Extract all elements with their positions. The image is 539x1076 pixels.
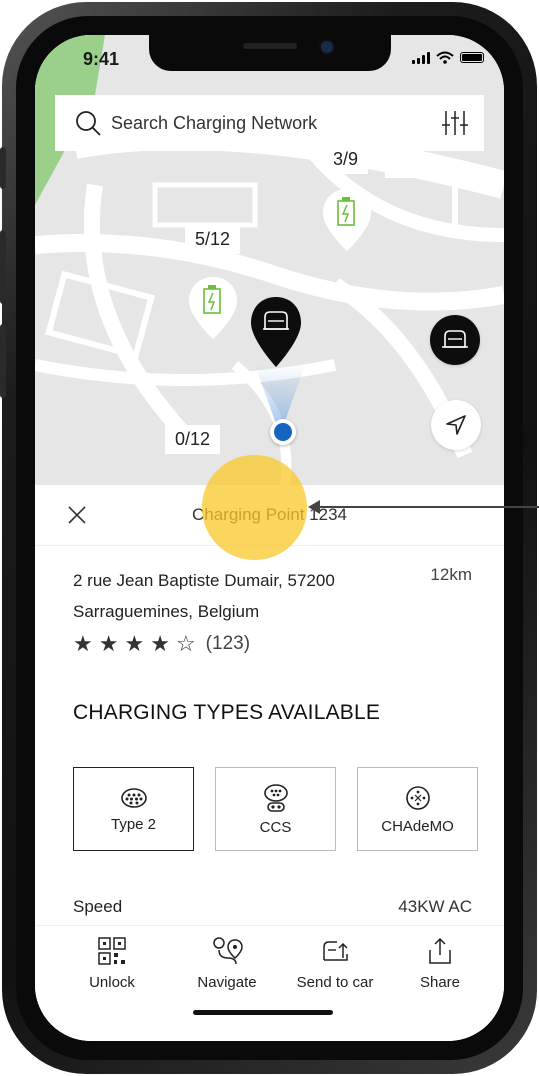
share-label: Share bbox=[419, 974, 461, 991]
annotation-arrow-head bbox=[308, 500, 320, 514]
search-bar[interactable]: Search Charging Network bbox=[55, 95, 484, 151]
send-to-car-label: Send to car bbox=[296, 974, 374, 991]
star-filled-icon: ★ bbox=[150, 631, 170, 656]
search-icon bbox=[76, 111, 101, 136]
navigate-label: Navigate bbox=[197, 974, 257, 991]
share-icon bbox=[429, 937, 451, 964]
charging-type-label: Type 2 bbox=[110, 815, 157, 833]
front-camera bbox=[321, 41, 333, 53]
navigate-button[interactable]: Navigate bbox=[172, 936, 282, 991]
bottom-action-bar: Unlock Navigate Send to car Share bbox=[35, 925, 504, 1041]
wifi-icon bbox=[436, 51, 454, 64]
user-location-dot bbox=[270, 419, 296, 445]
address-line-2: Sarraguemines, Belgium bbox=[73, 602, 260, 621]
star-filled-icon: ★ bbox=[98, 631, 119, 656]
navigation-arrow-icon bbox=[446, 415, 466, 435]
annotation-arrow-line bbox=[310, 506, 539, 508]
type2-connector-icon bbox=[120, 787, 147, 808]
locate-me-button[interactable] bbox=[431, 400, 481, 450]
speed-label: Speed bbox=[73, 897, 123, 916]
tap-highlight-circle bbox=[202, 455, 307, 560]
unlock-button[interactable]: Unlock bbox=[57, 936, 167, 991]
ccs-connector-icon bbox=[263, 783, 288, 812]
cellular-signal-icon bbox=[412, 51, 430, 64]
station-count-label: 0/12 bbox=[165, 425, 221, 454]
unlock-label: Unlock bbox=[89, 974, 135, 991]
notch bbox=[149, 35, 391, 71]
volume-down-button bbox=[0, 324, 6, 398]
chademo-connector-icon bbox=[405, 785, 430, 810]
status-time: 9:41 bbox=[83, 49, 120, 69]
speed-value: 43KW AC bbox=[398, 897, 472, 916]
charging-station-pin[interactable] bbox=[321, 187, 373, 253]
mute-switch bbox=[0, 147, 6, 189]
filter-sliders-icon[interactable] bbox=[442, 111, 468, 135]
charging-type-chademo[interactable]: CHAdeMO bbox=[357, 767, 478, 851]
battery-icon bbox=[460, 52, 484, 63]
station-distance: 12km bbox=[430, 565, 472, 584]
station-count-label: 5/12 bbox=[185, 225, 241, 254]
star-empty-icon: ☆ bbox=[175, 631, 196, 656]
car-location-pin[interactable] bbox=[249, 295, 303, 369]
charging-type-ccs[interactable]: CCS bbox=[215, 767, 336, 851]
qr-code-icon bbox=[98, 937, 126, 965]
map-view[interactable]: Search Charging Network 3/9 5/12 0/12 bbox=[35, 35, 504, 485]
address-line-1: 2 rue Jean Baptiste Dumair, 57200 bbox=[73, 571, 335, 590]
section-title: CHARGING TYPES AVAILABLE bbox=[73, 701, 381, 724]
charging-station-pin[interactable] bbox=[187, 275, 239, 341]
charging-point-panel: Charging Point 1234 2 rue Jean Baptiste … bbox=[35, 485, 504, 1041]
star-filled-icon: ★ bbox=[73, 631, 93, 656]
charging-type-type2[interactable]: Type 2 bbox=[73, 767, 194, 851]
star-rating: ★ ★ ★ ★ ☆ (123) bbox=[73, 631, 250, 657]
car-icon bbox=[442, 330, 468, 348]
status-icons bbox=[412, 51, 484, 64]
star-filled-icon: ★ bbox=[124, 631, 145, 656]
my-car-button[interactable] bbox=[430, 315, 480, 365]
charging-type-label: CHAdeMO bbox=[381, 817, 454, 835]
send-to-car-button[interactable]: Send to car bbox=[280, 936, 390, 991]
home-indicator[interactable] bbox=[193, 1010, 333, 1015]
share-button[interactable]: Share bbox=[385, 936, 495, 991]
route-pin-icon bbox=[213, 937, 243, 965]
speaker bbox=[243, 43, 297, 49]
station-address: 2 rue Jean Baptiste Dumair, 57200 Sarrag… bbox=[73, 565, 373, 627]
rating-count: (123) bbox=[205, 633, 251, 654]
send-to-car-icon bbox=[323, 941, 348, 961]
charging-type-label: CCS bbox=[259, 818, 292, 836]
charging-types: Type 2 CCS CHAdeMO bbox=[73, 767, 478, 851]
volume-up-button bbox=[0, 230, 6, 304]
search-input[interactable]: Search Charging Network bbox=[111, 113, 317, 134]
